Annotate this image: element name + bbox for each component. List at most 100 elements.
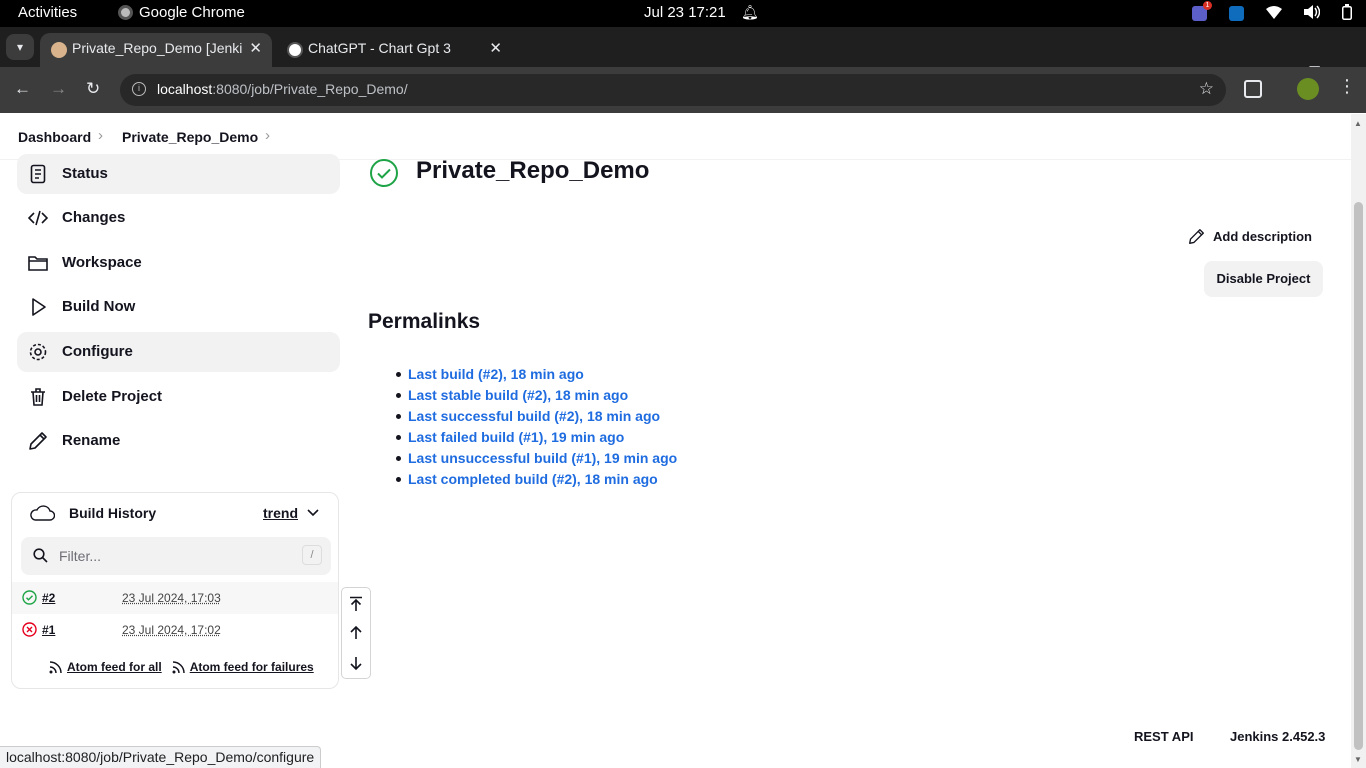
list-item: Last failed build (#1), 19 min ago: [395, 429, 677, 450]
task-label: Rename: [62, 432, 121, 449]
build-history-title: Build History: [69, 505, 157, 521]
build-history-pager: [341, 587, 371, 679]
atom-feed-failures-link[interactable]: Atom feed for failures: [172, 660, 314, 674]
add-description-link[interactable]: Add description: [1188, 228, 1312, 245]
page-scrollbar[interactable]: ▲ ▼: [1351, 114, 1366, 768]
list-item: Last successful build (#2), 18 min ago: [395, 408, 677, 429]
job-success-icon: [370, 159, 398, 187]
build-date-link[interactable]: 23 Jul 2024, 17:02: [122, 623, 221, 637]
task-label: Configure: [62, 343, 133, 360]
reload-icon[interactable]: ↻: [86, 79, 100, 99]
play-icon: [32, 298, 46, 316]
build-row[interactable]: #1 23 Jul 2024, 17:02: [12, 614, 338, 646]
tab-search-button[interactable]: ▾: [6, 34, 34, 60]
task-delete-project[interactable]: Delete Project: [17, 377, 340, 417]
permalink-last-stable-build[interactable]: Last stable build (#2), 18 min ago: [408, 387, 628, 403]
permalink-last-completed-build[interactable]: Last completed build (#2), 18 min ago: [408, 471, 658, 487]
filter-input[interactable]: [59, 546, 289, 566]
chrome-icon: [118, 5, 133, 20]
chevron-right-icon[interactable]: ›: [98, 127, 103, 144]
tab-title: ChatGPT - Chart Gpt 3: [308, 40, 451, 56]
task-status[interactable]: Status: [17, 154, 340, 194]
page-down-icon[interactable]: [348, 655, 364, 671]
profile-avatar[interactable]: [1297, 78, 1319, 100]
page-title: Private_Repo_Demo: [416, 157, 650, 184]
clock[interactable]: Jul 23 17:21: [644, 4, 726, 21]
breadcrumb-dashboard[interactable]: Dashboard: [18, 129, 91, 145]
permalink-last-unsuccessful-build[interactable]: Last unsuccessful build (#1), 19 min ago: [408, 450, 677, 466]
task-label: Delete Project: [62, 388, 163, 405]
list-item: Last unsuccessful build (#1), 19 min ago: [395, 450, 677, 471]
build-date-link[interactable]: 23 Jul 2024, 17:03: [122, 591, 221, 605]
rest-api-link[interactable]: REST API: [1134, 729, 1193, 744]
bell-icon[interactable]: 🔔︎: [741, 4, 759, 21]
task-label: Workspace: [62, 254, 142, 271]
bookmark-star-icon[interactable]: ☆: [1199, 79, 1214, 99]
atom-feed-all-link[interactable]: Atom feed for all: [49, 660, 162, 674]
atom-feeds: Atom feed for all Atom feed for failures: [49, 660, 314, 674]
address-bar[interactable]: i localhost:8080/job/Private_Repo_Demo/ …: [120, 74, 1226, 106]
task-build-now[interactable]: Build Now: [17, 287, 340, 327]
extensions-icon[interactable]: [1244, 80, 1262, 98]
activities-button[interactable]: Activities: [18, 4, 77, 21]
back-arrow-icon[interactable]: ←: [14, 79, 31, 99]
scroll-down-icon[interactable]: ▼: [1354, 755, 1362, 764]
rss-icon: [49, 660, 62, 673]
close-icon[interactable]: ✕: [489, 39, 502, 57]
disable-project-button[interactable]: Disable Project: [1204, 261, 1323, 297]
permalink-last-successful-build[interactable]: Last successful build (#2), 18 min ago: [408, 408, 660, 424]
close-icon[interactable]: ✕: [249, 39, 262, 57]
os-top-bar: Activities Google Chrome Jul 23 17:21 🔔︎…: [0, 0, 1366, 27]
wifi-icon[interactable]: [1266, 5, 1282, 22]
build-row[interactable]: #2 23 Jul 2024, 17:03: [12, 582, 338, 614]
trend-link[interactable]: trend: [263, 505, 298, 521]
page-up-icon[interactable]: [348, 625, 364, 641]
build-history-panel: Build History trend / #2 23 Jul 2024, 17…: [11, 492, 339, 689]
teams-icon[interactable]: 1: [1192, 1, 1212, 21]
jenkins-version-link[interactable]: Jenkins 2.452.3: [1230, 729, 1325, 744]
task-workspace[interactable]: Workspace: [17, 243, 340, 283]
battery-icon[interactable]: [1342, 4, 1352, 23]
tab-jenkins[interactable]: Private_Repo_Demo [Jenkins] ✕: [40, 33, 272, 67]
jenkins-favicon-icon: [51, 42, 67, 58]
pencil-icon: [29, 432, 47, 450]
app-menu[interactable]: Google Chrome: [118, 4, 245, 21]
chevron-right-icon[interactable]: ›: [265, 127, 270, 144]
permalink-last-build[interactable]: Last build (#2), 18 min ago: [408, 366, 584, 382]
list-item: Last stable build (#2), 18 min ago: [395, 387, 677, 408]
success-check-icon: [22, 590, 37, 605]
chatgpt-favicon-icon: [287, 42, 303, 58]
scrollbar-thumb[interactable]: [1354, 202, 1363, 750]
link-status-bubble: localhost:8080/job/Private_Repo_Demo/con…: [0, 746, 322, 768]
list-item: Last build (#2), 18 min ago: [395, 366, 677, 387]
task-label: Changes: [62, 209, 126, 226]
pencil-icon: [1189, 229, 1204, 244]
outlook-icon[interactable]: [1229, 6, 1244, 21]
code-icon: [28, 210, 48, 226]
build-filter[interactable]: /: [21, 537, 331, 575]
chevron-down-icon[interactable]: [307, 506, 319, 520]
tab-strip: ▾ Private_Repo_Demo [Jenkins] ✕ ChatGPT …: [0, 27, 1366, 85]
build-number-link[interactable]: #2: [42, 591, 55, 605]
url-text[interactable]: localhost:8080/job/Private_Repo_Demo/: [157, 81, 408, 97]
more-menu-icon[interactable]: ⋮: [1338, 76, 1356, 97]
permalinks-heading: Permalinks: [368, 310, 481, 333]
task-changes[interactable]: Changes: [17, 198, 340, 238]
task-rename[interactable]: Rename: [17, 421, 340, 461]
permalinks-list: Last build (#2), 18 min ago Last stable …: [395, 366, 677, 492]
breadcrumb-job[interactable]: Private_Repo_Demo: [122, 129, 258, 145]
system-tray[interactable]: 1: [1192, 1, 1352, 23]
volume-icon[interactable]: [1304, 5, 1321, 22]
scroll-up-icon[interactable]: ▲: [1354, 119, 1362, 128]
forward-arrow-icon[interactable]: →: [50, 79, 67, 99]
browser-toolbar: ← → ↻ i localhost:8080/job/Private_Repo_…: [0, 67, 1366, 113]
list-item: Last completed build (#2), 18 min ago: [395, 471, 677, 492]
task-configure[interactable]: Configure: [17, 332, 340, 372]
permalink-last-failed-build[interactable]: Last failed build (#1), 19 min ago: [408, 429, 624, 445]
site-info-icon[interactable]: i: [132, 82, 146, 96]
tab-chatgpt[interactable]: ChatGPT - Chart Gpt 3 ✕: [276, 33, 512, 67]
cloud-icon: [30, 505, 55, 521]
failure-x-icon: [22, 622, 37, 637]
build-number-link[interactable]: #1: [42, 623, 55, 637]
page-first-icon[interactable]: [348, 596, 364, 612]
